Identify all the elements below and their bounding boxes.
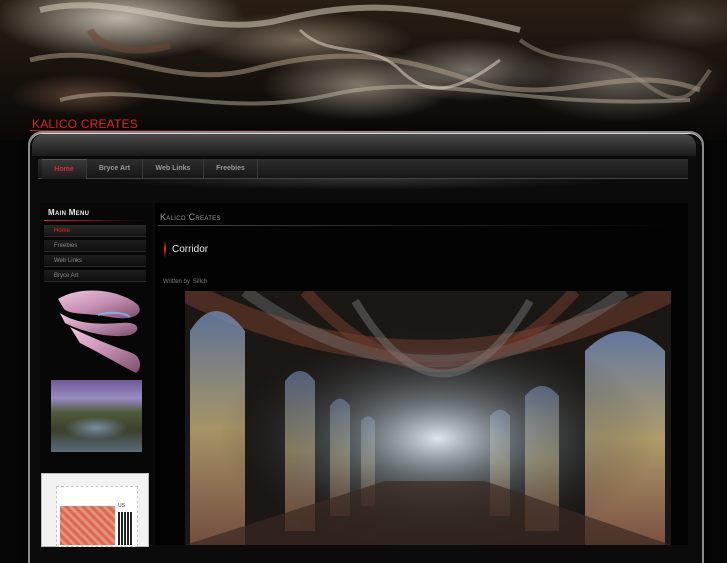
- corridor-artwork-image[interactable]: [185, 291, 671, 545]
- knot-artwork-image[interactable]: [50, 287, 145, 375]
- menu-title-divider: [44, 220, 146, 221]
- sidebar-item-bryce-art[interactable]: Bryce Art: [44, 270, 146, 282]
- top-nav: Home Bryce Art Web Links Freebies: [38, 159, 688, 179]
- byline-author: Sillch: [192, 279, 208, 285]
- article-marker: [164, 240, 166, 258]
- nav-web-links[interactable]: Web Links: [143, 159, 204, 178]
- sidebar-item-home[interactable]: Home: [44, 225, 146, 237]
- landscape-artwork-image[interactable]: [51, 380, 142, 452]
- sidebar-item-web-links[interactable]: Web Links: [44, 255, 146, 267]
- nav-bryce-art[interactable]: Bryce Art: [87, 159, 143, 178]
- nav-shadow: [38, 179, 688, 197]
- stamp-barcode: [118, 512, 132, 545]
- section-divider: [158, 225, 678, 226]
- sidebar-item-freebies[interactable]: Freebies: [44, 240, 146, 252]
- nav-freebies[interactable]: Freebies: [204, 159, 258, 178]
- main-menu-title: Main Menu: [48, 208, 90, 217]
- section-title: Kalico Creates: [160, 212, 221, 222]
- stamp-artwork: [60, 506, 115, 545]
- site-title[interactable]: KALICO CREATES: [32, 117, 138, 131]
- byline-prefix: Written by: [163, 279, 190, 285]
- frame-top-sheen: [32, 134, 696, 156]
- nav-home[interactable]: Home: [42, 159, 87, 179]
- article-byline: Written by Sillch: [163, 279, 210, 285]
- article-title[interactable]: Corridor: [172, 244, 208, 255]
- stamp-country-label: US: [118, 503, 125, 509]
